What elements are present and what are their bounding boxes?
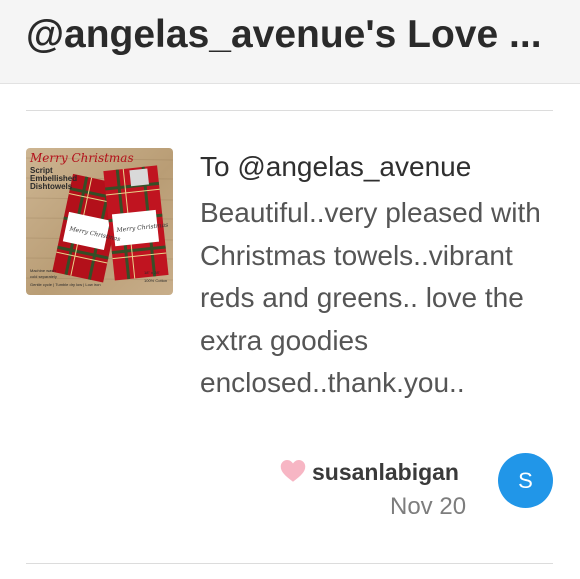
care-line3: Gentle cycle | Tumble dry low | Low iron — [30, 282, 101, 287]
page-header: @angelas_avenue's Love ... — [0, 0, 580, 84]
divider — [26, 563, 553, 564]
page-title: @angelas_avenue's Love ... — [26, 13, 542, 56]
size-line2: 100% Cotton — [144, 278, 167, 283]
heart-icon — [280, 460, 306, 482]
love-notes-page: @angelas_avenue's Love ... Merry Christm… — [0, 0, 580, 579]
review-date: Nov 20 — [390, 493, 467, 520]
avatar[interactable]: S — [498, 453, 553, 508]
care-line2: cold separately — [30, 274, 57, 279]
image-script-title: Merry Christmas — [29, 151, 134, 165]
divider — [26, 110, 553, 111]
image-line3: Dishtowels — [30, 182, 73, 191]
size-line1: 18" x 28" — [144, 270, 161, 275]
reviewer-username[interactable]: susanlabigan — [312, 457, 459, 487]
care-line1: Machine wash — [30, 268, 56, 273]
product-image-graphic: Merry Christmas Script Embellished Disht… — [26, 151, 173, 287]
review-message: Beautiful..very pleased with Christmas t… — [200, 197, 541, 398]
product-image[interactable]: Merry Christmas Script Embellished Disht… — [26, 148, 173, 295]
review-addressee: To @angelas_avenue — [200, 151, 472, 182]
